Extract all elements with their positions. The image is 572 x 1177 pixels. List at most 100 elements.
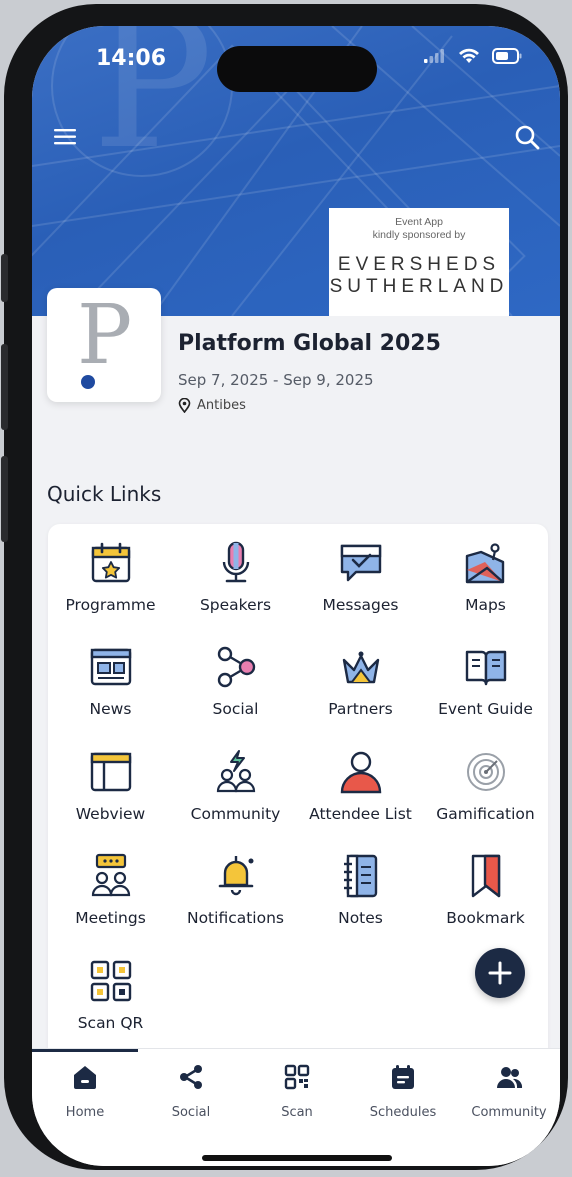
qr-icon xyxy=(90,960,131,1002)
plus-icon xyxy=(488,961,512,985)
quick-link-scan-qr[interactable]: Scan QR xyxy=(48,942,173,1042)
sponsor-name-1: EVERSHEDS xyxy=(337,254,501,275)
sponsor-banner[interactable]: Event App kindly sponsored by EVERSHEDS … xyxy=(329,208,509,316)
tab-label: Scan xyxy=(281,1105,313,1120)
quick-link-event-guide[interactable]: Event Guide xyxy=(423,628,548,728)
svg-text:P: P xyxy=(77,288,132,383)
crown-icon xyxy=(342,651,379,684)
tab-scan[interactable]: Scan xyxy=(244,1063,350,1120)
home-icon xyxy=(74,1066,96,1089)
quick-link-label: Gamification xyxy=(436,805,535,823)
menu-button[interactable] xyxy=(54,126,80,148)
qr-icon xyxy=(284,1064,310,1090)
quick-link-notes[interactable]: Notes xyxy=(298,837,423,937)
notes-icon xyxy=(343,854,377,898)
event-logo: P xyxy=(47,288,161,402)
status-time: 14:06 xyxy=(96,46,167,71)
tab-schedules[interactable]: Schedules xyxy=(350,1063,456,1120)
quick-link-messages[interactable]: Messages xyxy=(298,524,423,624)
quick-link-meetings[interactable]: Meetings xyxy=(48,837,173,937)
quick-link-programme[interactable]: Programme xyxy=(48,524,173,624)
share-icon xyxy=(180,1065,202,1089)
volume-up-button xyxy=(1,344,8,430)
quick-link-maps[interactable]: Maps xyxy=(423,524,548,624)
quick-link-bookmark[interactable]: Bookmark xyxy=(423,837,548,937)
microphone-icon xyxy=(222,541,249,583)
quick-link-webview[interactable]: Webview xyxy=(48,733,173,833)
app-screen: P 14:06 Event App kindly sponsored by EV… xyxy=(32,26,560,1166)
sponsor-name-2: SUTHERLAND xyxy=(329,276,509,297)
quick-link-label: Notes xyxy=(338,909,383,927)
quick-link-label: Event Guide xyxy=(438,700,533,718)
event-location: Antibes xyxy=(178,398,246,413)
quick-link-label: Messages xyxy=(322,596,399,614)
quick-links-grid: Programme Speakers Messages Maps News So… xyxy=(48,524,548,1064)
event-banner: P 14:06 Event App kindly sponsored by EV… xyxy=(32,26,560,316)
quick-link-partners[interactable]: Partners xyxy=(298,628,423,728)
tab-label: Home xyxy=(65,1105,105,1120)
hamburger-icon xyxy=(54,129,76,145)
tab-community[interactable]: Community xyxy=(456,1063,560,1120)
search-icon xyxy=(515,125,540,150)
quick-link-label: Partners xyxy=(328,700,393,718)
news-icon xyxy=(90,648,131,686)
bell-icon xyxy=(218,856,253,896)
quick-link-label: Programme xyxy=(65,596,156,614)
quick-link-label: News xyxy=(89,700,132,718)
platform-logo-icon: P xyxy=(77,288,132,389)
active-tab-indicator xyxy=(32,1049,138,1052)
signal-icon xyxy=(424,49,444,63)
tab-social[interactable]: Social xyxy=(138,1063,244,1120)
sponsor-line-2: kindly sponsored by xyxy=(372,229,466,241)
event-location-text: Antibes xyxy=(197,398,246,413)
quick-link-social[interactable]: Social xyxy=(173,628,298,728)
volume-down-button xyxy=(1,456,8,542)
message-icon xyxy=(340,544,381,582)
schedule-icon xyxy=(392,1065,414,1089)
quick-link-speakers[interactable]: Speakers xyxy=(173,524,298,624)
quick-links-title: Quick Links xyxy=(47,482,162,506)
location-pin-icon xyxy=(178,398,191,413)
side-button xyxy=(1,254,8,302)
quick-link-label: Notifications xyxy=(186,909,284,927)
quick-link-gamification[interactable]: Gamification xyxy=(423,733,548,833)
battery-icon xyxy=(492,48,522,64)
quick-link-news[interactable]: News xyxy=(48,628,173,728)
tab-home[interactable]: Home xyxy=(32,1063,138,1120)
tab-label: Schedules xyxy=(369,1105,437,1120)
people-icon xyxy=(497,1067,523,1088)
wifi-icon xyxy=(459,48,479,63)
home-indicator[interactable] xyxy=(202,1155,392,1161)
quick-link-label: Meetings xyxy=(75,909,146,927)
quick-link-label: Maps xyxy=(465,596,506,614)
dynamic-island xyxy=(217,46,377,92)
bookmark-icon xyxy=(471,854,500,898)
tab-label: Community xyxy=(471,1105,547,1120)
quick-link-label: Scan QR xyxy=(77,1014,144,1032)
search-button[interactable] xyxy=(514,124,542,152)
quick-link-label: Bookmark xyxy=(446,909,525,927)
phone-frame: P 14:06 Event App kindly sponsored by EV… xyxy=(1,4,568,1170)
person-icon xyxy=(340,751,381,794)
add-fab-button[interactable] xyxy=(475,948,525,998)
quick-link-community[interactable]: Community xyxy=(173,733,298,833)
quick-link-label: Webview xyxy=(75,805,146,823)
quick-link-label: Community xyxy=(190,805,281,823)
target-icon xyxy=(466,753,505,791)
calendar-icon xyxy=(91,542,130,583)
community-icon xyxy=(216,750,255,793)
event-title: Platform Global 2025 xyxy=(178,331,441,356)
tab-label: Social xyxy=(171,1105,211,1120)
book-icon xyxy=(465,650,506,686)
event-dates: Sep 7, 2025 - Sep 9, 2025 xyxy=(178,371,374,389)
quick-link-notifications[interactable]: Notifications xyxy=(173,837,298,937)
bottom-tab-bar: Home Social Scan Schedules Community xyxy=(32,1048,560,1166)
quick-link-label: Speakers xyxy=(199,596,272,614)
quick-link-attendee-list[interactable]: Attendee List xyxy=(298,733,423,833)
browser-icon xyxy=(90,752,131,792)
sponsor-line-1: Event App xyxy=(395,216,443,228)
map-icon xyxy=(465,543,504,584)
quick-link-label: Social xyxy=(212,700,259,718)
status-icons xyxy=(424,48,522,64)
quick-link-label: Attendee List xyxy=(309,805,412,823)
